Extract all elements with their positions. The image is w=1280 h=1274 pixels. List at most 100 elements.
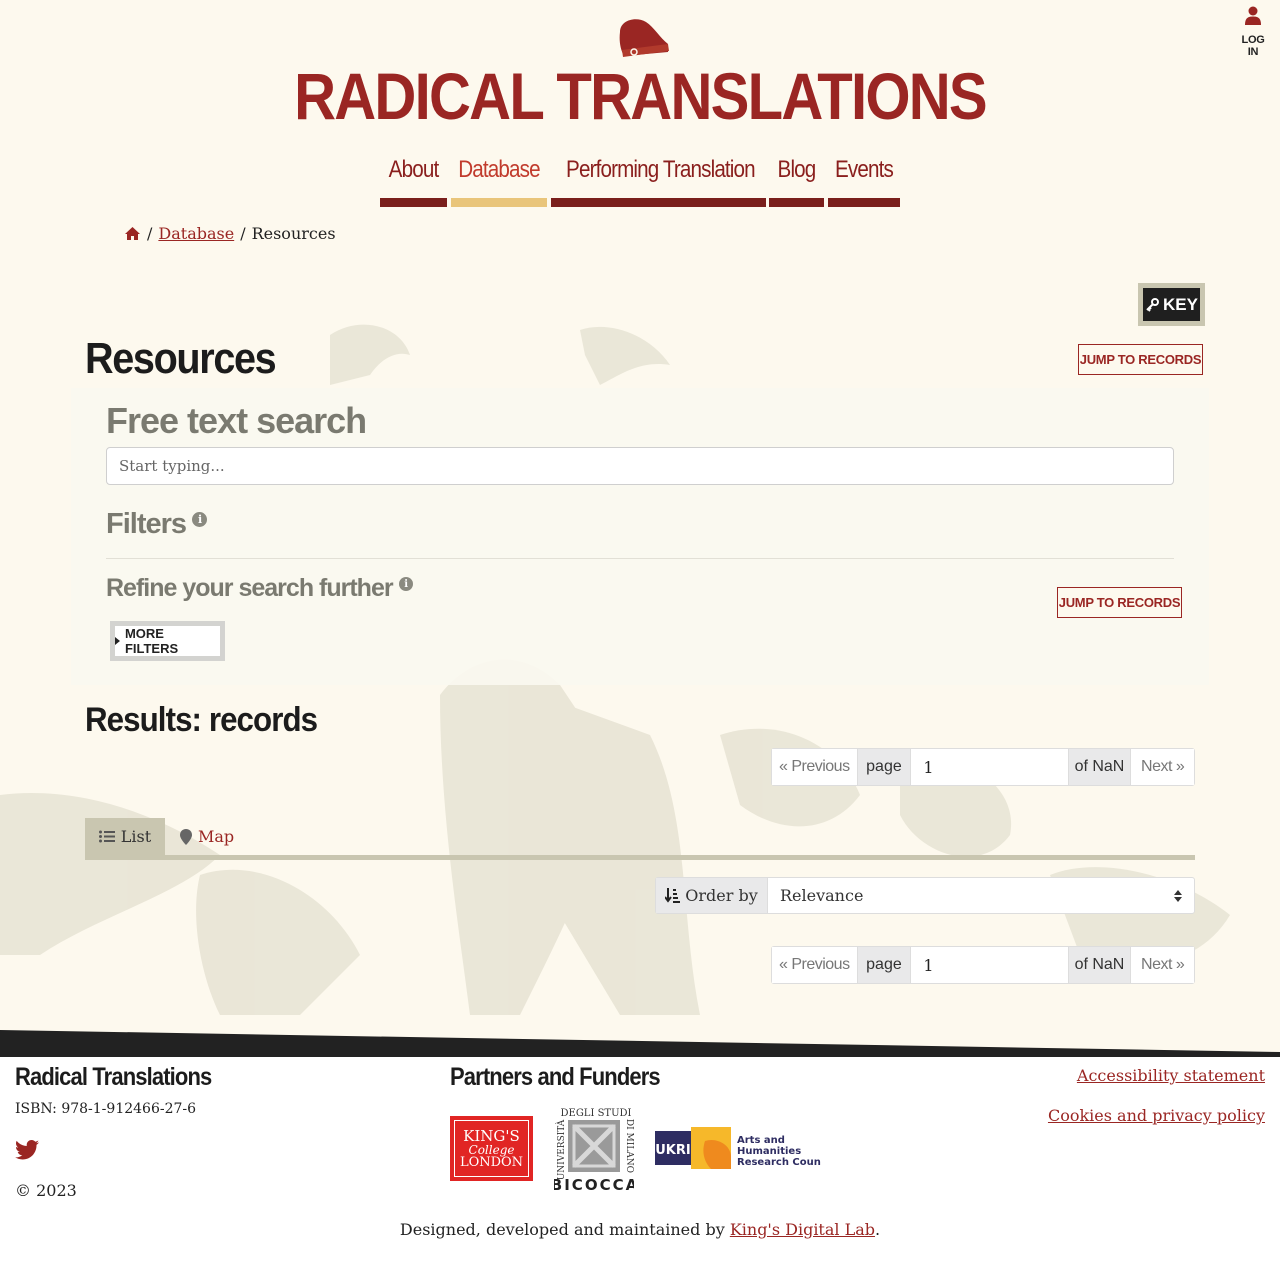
list-icon: [98, 830, 115, 843]
key-button[interactable]: KEY: [1138, 283, 1205, 326]
nav-performing-translation-bar: [551, 198, 766, 207]
designed-by-text: Designed, developed and maintained by Ki…: [0, 1220, 1280, 1239]
footer: Radical Translations ISBN: 978-1-912466-…: [0, 1057, 1280, 1274]
home-icon[interactable]: [124, 226, 141, 241]
breadcrumb-current: Resources: [251, 224, 336, 243]
caret-right-icon: [115, 637, 120, 645]
view-tabs: List Map: [85, 818, 1195, 860]
nav-events-label: Events: [835, 156, 894, 183]
accessibility-statement-link[interactable]: Accessibility statement: [1077, 1066, 1265, 1085]
breadcrumb-database-link[interactable]: Database: [158, 224, 234, 243]
sort-icon: [665, 888, 681, 903]
info-icon[interactable]: i: [398, 577, 413, 591]
kcl-logo-line1: KING'S: [463, 1126, 520, 1145]
footer-slant-divider: [0, 1030, 1280, 1058]
ahrc-line3: Research Council: [737, 1157, 821, 1168]
filters-heading: Filters i: [106, 508, 208, 541]
page-label: page: [857, 947, 912, 983]
next-page-button[interactable]: Next »: [1131, 947, 1194, 983]
page-number-input[interactable]: 1: [911, 947, 1069, 983]
key-icon: [1146, 297, 1160, 312]
nav-about-bar: [380, 198, 447, 207]
footer-isbn: ISBN: 978-1-912466-27-6: [15, 1101, 197, 1117]
bicocca-university-logo[interactable]: DEGLI STUDI UNIVERSITÀ DI MILANO BICOCCA: [554, 1106, 634, 1193]
order-by-label: Order by: [656, 878, 768, 913]
breadcrumb: / Database / Resources: [124, 224, 336, 243]
nav-database[interactable]: Database: [451, 153, 547, 207]
key-button-label: KEY: [1163, 294, 1198, 314]
tab-list-label: List: [120, 827, 152, 846]
previous-page-button[interactable]: « Previous: [772, 947, 858, 983]
footer-copyright: © 2023: [15, 1181, 77, 1200]
bicocca-left-text: UNIVERSITÀ: [555, 1119, 567, 1180]
order-by-select[interactable]: Relevance: [768, 878, 1194, 913]
cookies-privacy-link[interactable]: Cookies and privacy policy: [1048, 1106, 1265, 1125]
bicocca-top-text: DEGLI STUDI: [561, 1108, 632, 1119]
nav-about[interactable]: About: [380, 153, 447, 207]
page-label: page: [857, 749, 912, 785]
nav-blog-bar: [769, 198, 824, 207]
nav-performing-translation[interactable]: Performing Translation: [551, 153, 766, 207]
ukri-text: UKRI: [655, 1143, 690, 1158]
select-arrows-icon: [1174, 889, 1182, 902]
page-count-label: of NaN: [1068, 947, 1132, 983]
tab-map-label: Map: [198, 827, 235, 846]
page-title: Resources: [85, 334, 277, 383]
tab-list[interactable]: List: [85, 818, 165, 855]
order-by-control: Order by Relevance: [655, 877, 1195, 914]
search-input[interactable]: [106, 447, 1174, 485]
partners-heading: Partners and Funders: [450, 1063, 661, 1091]
filters-divider: [106, 558, 1174, 559]
more-filters-button[interactable]: MORE FILTERS: [110, 621, 225, 661]
nav-about-label: About: [388, 156, 439, 183]
user-icon: [1245, 6, 1261, 25]
footer-site-name: Radical Translations: [15, 1063, 212, 1091]
login-link[interactable]: LOG IN: [1235, 6, 1271, 58]
nav-events[interactable]: Events: [828, 153, 900, 207]
twitter-icon[interactable]: [15, 1140, 39, 1160]
nav-database-bar: [451, 198, 547, 207]
kings-college-london-logo[interactable]: KING'S College LONDON: [450, 1116, 533, 1181]
jump-to-records-button[interactable]: JUMP TO RECORDS: [1057, 587, 1182, 618]
nav-database-label: Database: [458, 156, 540, 183]
search-panel: Free text search Filters i Refine your se…: [71, 388, 1209, 685]
breadcrumb-separator: /: [147, 224, 153, 243]
filters-heading-label: Filters: [106, 508, 187, 540]
login-label: LOG IN: [1241, 34, 1265, 58]
free-text-search-heading: Free text search: [106, 400, 367, 441]
nav-blog-label: Blog: [777, 156, 817, 183]
map-marker-icon: [180, 828, 192, 845]
key-button-inner: KEY: [1143, 288, 1200, 321]
bicocca-bottom-text: BICOCCA: [554, 1176, 634, 1193]
refine-heading-label: Refine your search further: [106, 574, 394, 602]
kings-digital-lab-link[interactable]: King's Digital Lab: [730, 1220, 875, 1239]
kcl-logo-line3: LONDON: [459, 1154, 524, 1170]
page-number-input[interactable]: 1: [911, 749, 1069, 785]
phrygian-cap-logo[interactable]: [614, 16, 670, 60]
pagination-top: « Previous page 1 of NaN Next »: [771, 748, 1195, 786]
next-page-button[interactable]: Next »: [1131, 749, 1194, 785]
order-by-value: Relevance: [780, 886, 864, 905]
info-icon[interactable]: i: [192, 512, 208, 527]
designed-by-suffix: .: [875, 1220, 881, 1239]
nav-performing-translation-label: Performing Translation: [566, 156, 756, 183]
nav-events-bar: [828, 198, 900, 207]
ukri-ahrc-logo[interactable]: UKRI Arts and Humanities Research Counci…: [655, 1127, 821, 1169]
tab-map[interactable]: Map: [180, 818, 234, 855]
breadcrumb-separator: /: [240, 224, 246, 243]
pagination-bottom: « Previous page 1 of NaN Next »: [771, 946, 1195, 984]
jump-to-records-button[interactable]: JUMP TO RECORDS: [1078, 344, 1203, 375]
ahrc-line2: Humanities: [737, 1146, 801, 1157]
more-filters-inner: MORE FILTERS: [115, 626, 220, 656]
bicocca-right-text: DI MILANO: [624, 1119, 634, 1173]
designed-by-prefix: Designed, developed and maintained by: [399, 1220, 730, 1239]
nav-blog[interactable]: Blog: [769, 153, 824, 207]
previous-page-button[interactable]: « Previous: [772, 749, 858, 785]
more-filters-label: MORE FILTERS: [124, 626, 179, 656]
kcl-logo-line2: College: [468, 1142, 515, 1157]
ahrc-line1: Arts and: [737, 1135, 785, 1146]
results-heading: Results: records: [85, 701, 318, 739]
refine-heading: Refine your search further i: [106, 574, 413, 603]
site-title[interactable]: RADICAL TRANSLATIONS: [77, 58, 1203, 134]
page-count-label: of NaN: [1068, 749, 1132, 785]
